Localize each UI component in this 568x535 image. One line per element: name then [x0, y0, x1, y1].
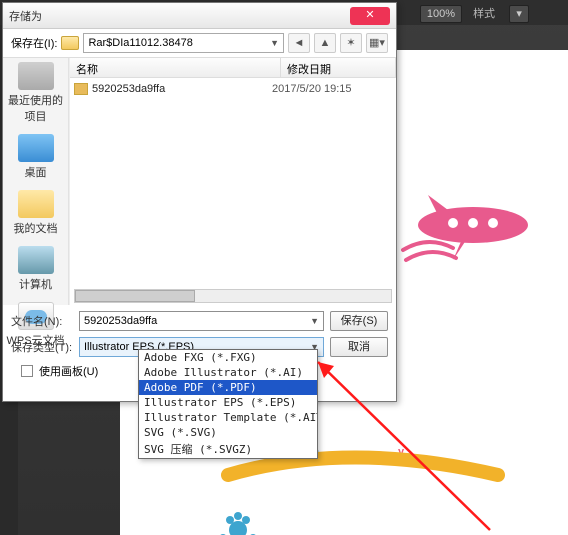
- format-option[interactable]: SVG (*.SVG): [139, 425, 317, 440]
- zoom-field[interactable]: 100%: [420, 5, 462, 23]
- save-as-dialog: 存储为 ✕ 保存在(I): Rar$DIa11012.38478 ▼ ◄ ▲ ✶…: [2, 2, 397, 402]
- place-mydocs[interactable]: 我的文档: [3, 190, 68, 236]
- folder-icon: [61, 36, 79, 50]
- chevron-down-icon: ▼: [310, 316, 319, 326]
- h-scrollbar[interactable]: [74, 289, 392, 303]
- save-in-combo[interactable]: Rar$DIa11012.38478 ▼: [83, 33, 284, 53]
- dialog-titlebar[interactable]: 存储为 ✕: [3, 3, 396, 29]
- filename-field[interactable]: 5920253da9ffa ▼: [79, 311, 324, 331]
- up-button[interactable]: ▲: [314, 33, 336, 53]
- style-menu[interactable]: 样式: [467, 0, 501, 21]
- scrollbar-thumb[interactable]: [75, 290, 195, 302]
- back-button[interactable]: ◄: [288, 33, 310, 53]
- file-icon: [74, 83, 88, 95]
- format-option[interactable]: SVG 压缩 (*.SVGZ): [139, 440, 317, 458]
- filename-value: 5920253da9ffa: [84, 315, 157, 327]
- filename-label: 文件名(N):: [11, 313, 73, 329]
- savetype-label: 保存类型(T):: [11, 339, 73, 355]
- close-icon[interactable]: ✕: [350, 7, 390, 25]
- place-label: 计算机: [3, 276, 68, 292]
- save-in-value: Rar$DIa11012.38478: [88, 37, 192, 49]
- cancel-button[interactable]: 取消: [330, 337, 388, 357]
- place-computer[interactable]: 计算机: [3, 246, 68, 292]
- column-headers[interactable]: 名称 修改日期: [70, 58, 396, 78]
- file-date: 2017/5/20 19:15: [272, 83, 392, 95]
- save-button[interactable]: 保存(S): [330, 311, 388, 331]
- format-option[interactable]: Adobe FXG (*.FXG): [139, 350, 317, 365]
- savetype-dropdown-list[interactable]: Adobe FXG (*.FXG)Adobe Illustrator (*.AI…: [138, 349, 318, 459]
- style-dropdown[interactable]: ▾: [509, 5, 529, 23]
- col-name[interactable]: 名称: [70, 58, 281, 77]
- save-in-row: 保存在(I): Rar$DIa11012.38478 ▼ ◄ ▲ ✶ ▦▾: [3, 29, 396, 58]
- file-list-area[interactable]: 5920253da9ffa 2017/5/20 19:15: [70, 78, 396, 305]
- list-item[interactable]: 5920253da9ffa 2017/5/20 19:15: [74, 80, 392, 98]
- col-date[interactable]: 修改日期: [281, 58, 396, 77]
- use-artboard-label: 使用画板(U): [39, 363, 98, 379]
- use-artboard-checkbox[interactable]: [21, 365, 33, 377]
- file-list: 名称 修改日期 5920253da9ffa 2017/5/20 19:15: [69, 58, 396, 305]
- save-in-label: 保存在(I):: [11, 35, 57, 51]
- place-recent[interactable]: 最近使用的项目: [3, 62, 68, 124]
- place-desktop[interactable]: 桌面: [3, 134, 68, 180]
- place-label: 我的文档: [3, 220, 68, 236]
- airplane-graphic: [398, 180, 548, 270]
- place-label: 桌面: [3, 164, 68, 180]
- newfolder-button[interactable]: ✶: [340, 33, 362, 53]
- dialog-title: 存储为: [9, 8, 42, 24]
- file-name: 5920253da9ffa: [92, 83, 272, 95]
- views-button[interactable]: ▦▾: [366, 33, 388, 53]
- chevron-down-icon: ▼: [270, 38, 279, 48]
- places-bar: 最近使用的项目 桌面 我的文档 计算机 WPS云文档: [3, 58, 69, 305]
- format-option[interactable]: Adobe PDF (*.PDF): [139, 380, 317, 395]
- format-option[interactable]: Illustrator Template (*.AIT): [139, 410, 317, 425]
- place-label: 最近使用的项目: [3, 92, 68, 124]
- format-option[interactable]: Illustrator EPS (*.EPS): [139, 395, 317, 410]
- format-option[interactable]: Adobe Illustrator (*.AI): [139, 365, 317, 380]
